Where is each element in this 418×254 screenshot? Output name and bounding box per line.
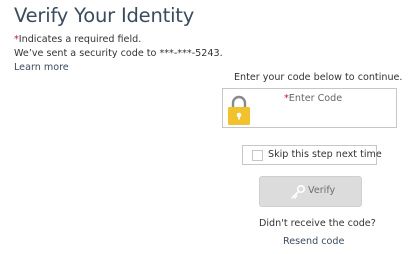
resend-code-link[interactable]: Resend code: [283, 236, 344, 247]
code-placeholder-text: Enter Code: [288, 93, 343, 104]
page-title: Verify Your Identity: [14, 4, 195, 27]
didnt-receive-text: Didn't receive the code?: [259, 218, 376, 229]
verify-button[interactable]: Verify: [259, 176, 362, 207]
code-instruction: Enter your code below to continue.: [234, 72, 403, 83]
verify-button-label: Verify: [308, 185, 336, 196]
code-input-box[interactable]: *Enter Code: [222, 88, 397, 128]
key-icon: [291, 184, 306, 199]
required-note: *Indicates a required field.: [14, 34, 141, 45]
skip-step-label: Skip this step next time: [268, 149, 382, 160]
skip-step-option[interactable]: Skip this step next time: [242, 145, 382, 165]
learn-more-link[interactable]: Learn more: [14, 62, 69, 73]
skip-step-checkbox[interactable]: [252, 150, 263, 161]
code-sent-message: We’ve sent a security code to ***-***-52…: [14, 48, 223, 59]
lock-icon: [228, 95, 250, 125]
required-note-text: Indicates a required field.: [18, 34, 142, 45]
code-input-placeholder[interactable]: *Enter Code: [284, 93, 342, 104]
